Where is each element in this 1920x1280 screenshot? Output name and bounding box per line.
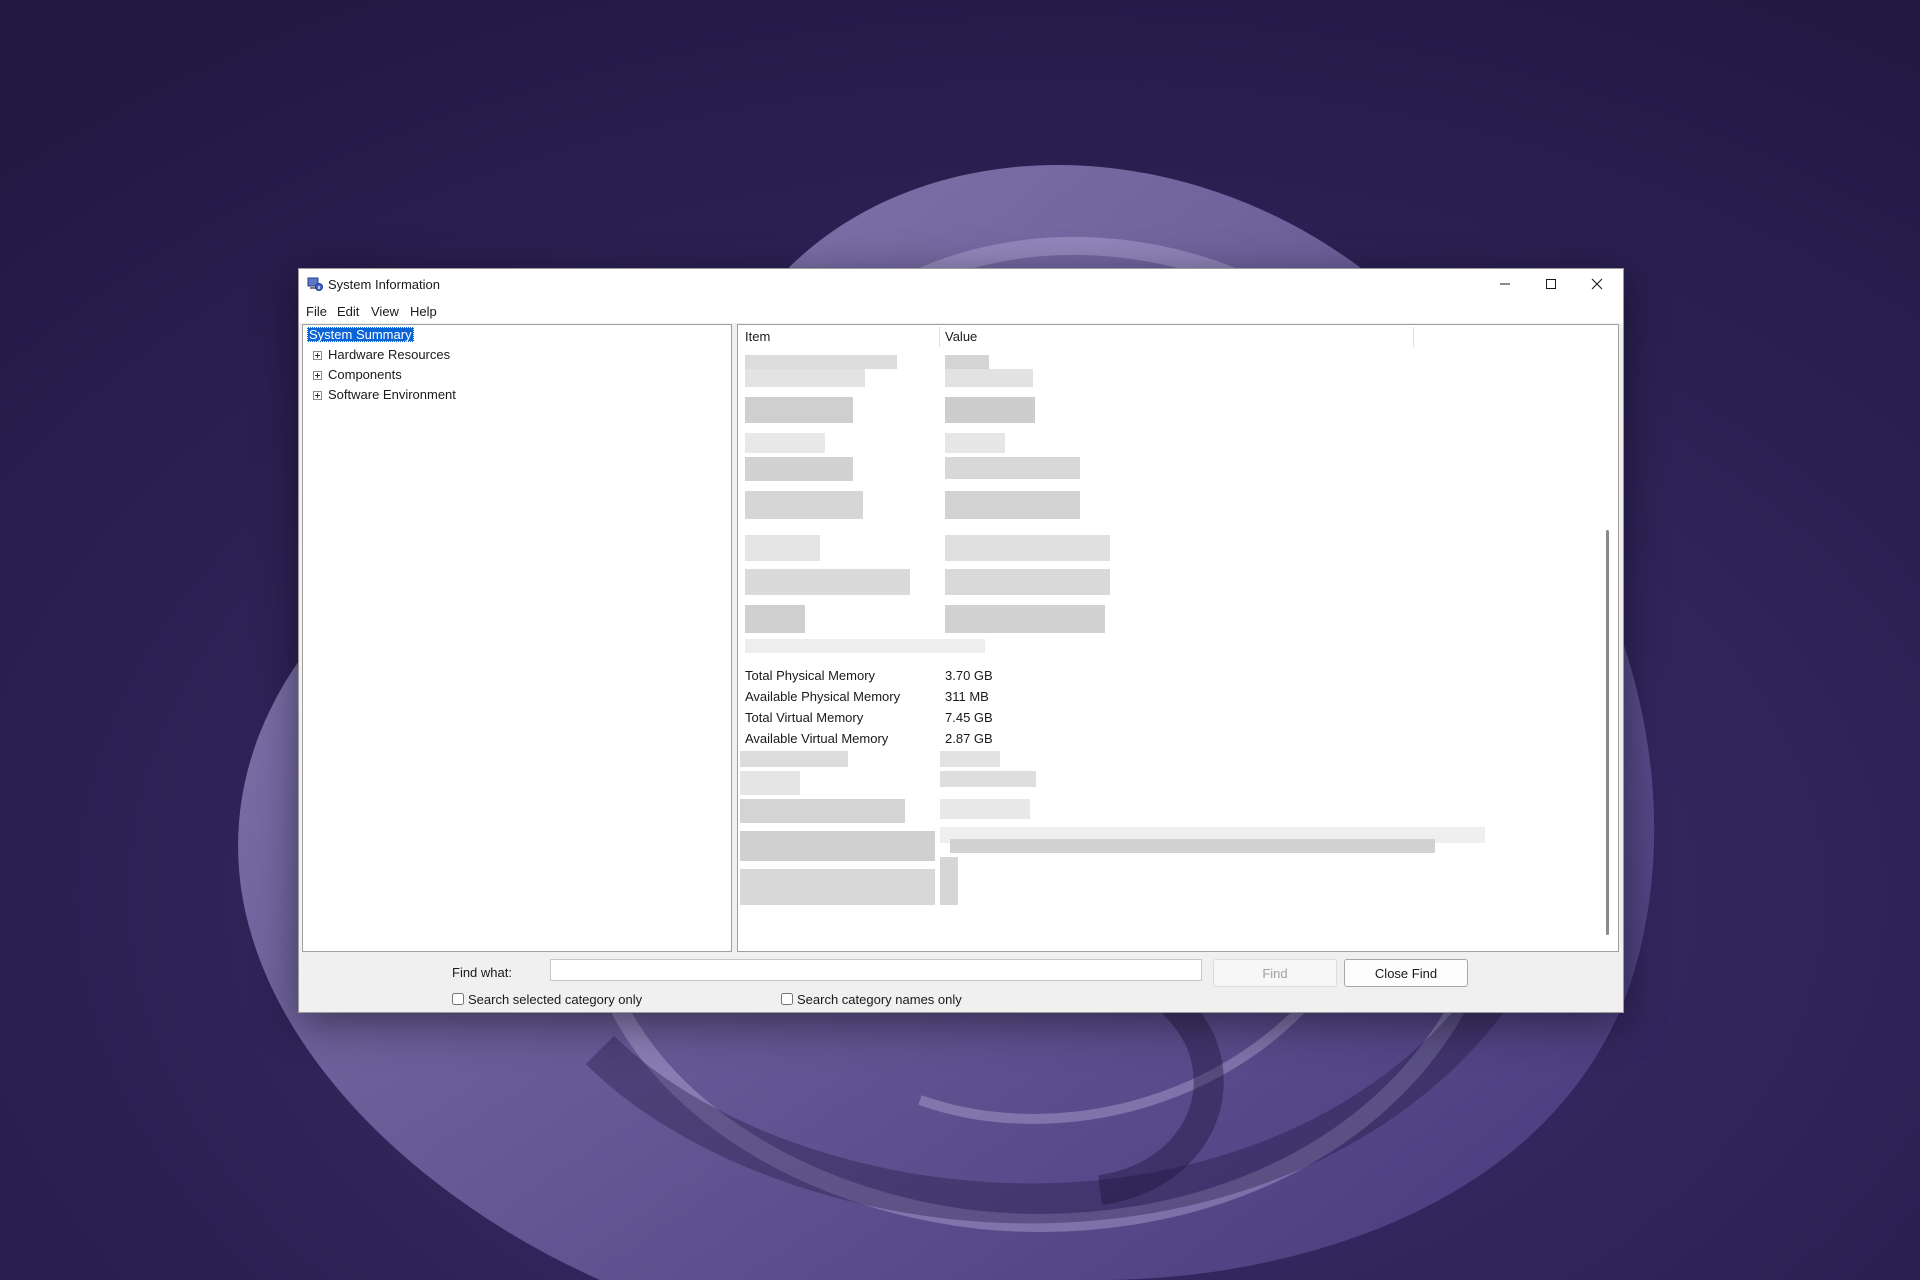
search-category-names-label: Search category names only — [797, 992, 962, 1007]
tree-item-hardware-resources[interactable]: Hardware Resources — [303, 346, 723, 364]
tree-item-software-environment[interactable]: Software Environment — [303, 386, 723, 404]
minimize-button[interactable] — [1482, 269, 1528, 299]
vertical-scrollbar[interactable] — [1602, 349, 1616, 949]
row-value: 7.45 GB — [945, 710, 993, 725]
tree-item-label: Hardware Resources — [328, 347, 451, 362]
find-what-input[interactable] — [550, 959, 1202, 981]
tree-item-label: Components — [328, 367, 402, 382]
find-what-label: Find what: — [452, 965, 512, 980]
search-selected-category-label: Search selected category only — [468, 992, 643, 1007]
plus-box-icon[interactable] — [313, 391, 322, 400]
tree-item-label: System Summary — [307, 327, 414, 342]
row-value: 2.87 GB — [945, 731, 993, 746]
row-value: 311 MB — [945, 689, 989, 704]
column-header-value[interactable]: Value — [945, 325, 977, 349]
maximize-icon — [1546, 279, 1556, 289]
menu-view[interactable]: View — [371, 304, 399, 319]
table-row[interactable]: Total Physical Memory 3.70 GB — [738, 665, 1538, 686]
tree-item-components[interactable]: Components — [303, 366, 723, 384]
close-find-button[interactable]: Close Find — [1344, 959, 1468, 987]
window-title: System Information — [328, 277, 440, 292]
close-icon — [1591, 278, 1603, 290]
details-list[interactable]: Item Value Total Physical Memory 3.70 GB… — [737, 324, 1619, 952]
plus-box-icon[interactable] — [313, 351, 322, 360]
category-tree[interactable]: System Summary Hardware Resources Compon… — [302, 324, 732, 952]
title-bar[interactable]: System Information — [299, 269, 1623, 299]
column-divider[interactable] — [1413, 327, 1414, 347]
search-selected-category-checkbox[interactable] — [452, 993, 464, 1005]
menu-edit[interactable]: Edit — [337, 304, 359, 319]
menu-bar: File Edit View Help — [299, 299, 1623, 323]
system-info-icon — [307, 277, 323, 291]
row-item: Available Physical Memory — [745, 689, 901, 704]
tree-item-system-summary[interactable]: System Summary — [307, 326, 414, 344]
search-category-names-checkbox[interactable] — [781, 993, 793, 1005]
column-header-item[interactable]: Item — [745, 325, 770, 349]
row-item: Total Physical Memory — [745, 668, 876, 683]
plus-box-icon[interactable] — [313, 371, 322, 380]
menu-help[interactable]: Help — [410, 304, 437, 319]
find-bar: Find what: Find Close Find Search select… — [299, 953, 1623, 1012]
menu-file[interactable]: File — [306, 304, 327, 319]
row-item: Available Virtual Memory — [745, 731, 889, 746]
maximize-button[interactable] — [1528, 269, 1574, 299]
system-information-window: System Information File Edit View Help S… — [298, 268, 1624, 1013]
find-button[interactable]: Find — [1213, 959, 1337, 987]
tree-item-label: Software Environment — [328, 387, 456, 402]
scrollbar-thumb[interactable] — [1606, 530, 1609, 935]
table-row[interactable]: Available Physical Memory 311 MB — [738, 686, 1538, 707]
table-row[interactable]: Available Virtual Memory 2.87 GB — [738, 728, 1538, 749]
row-value: 3.70 GB — [945, 668, 993, 683]
close-button[interactable] — [1574, 269, 1620, 299]
minimize-icon — [1500, 283, 1510, 285]
row-item: Total Virtual Memory — [745, 710, 864, 725]
table-row[interactable]: Total Virtual Memory 7.45 GB — [738, 707, 1538, 728]
column-divider[interactable] — [939, 327, 940, 347]
